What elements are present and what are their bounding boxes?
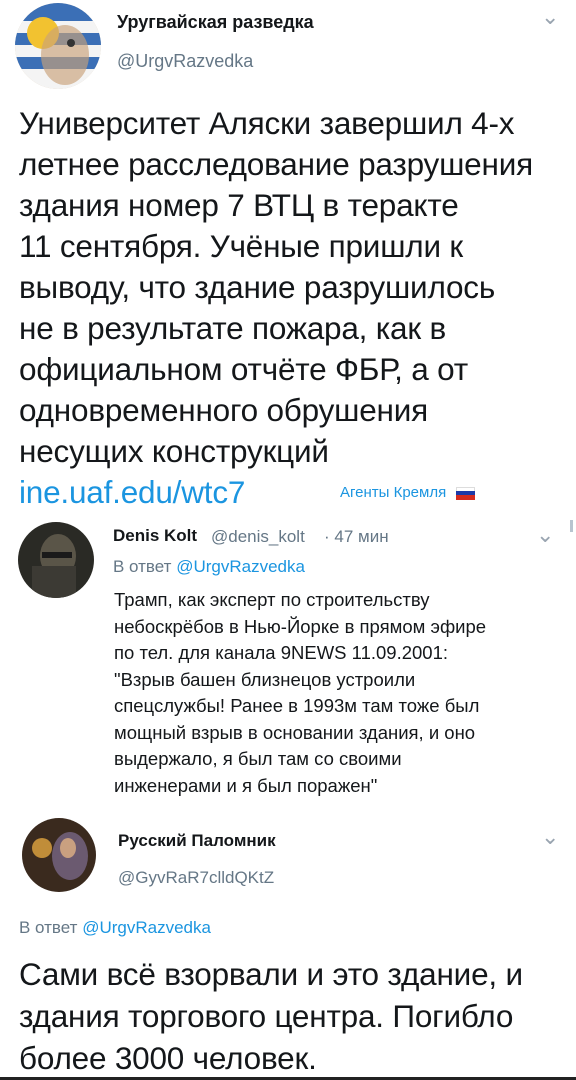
tweet-author-handle[interactable]: @UrgvRazvedka [117,51,253,72]
reply2-text: Сами всё взорвали и это здание, и здания… [19,956,523,1076]
chevron-down-icon[interactable]: ⌄ [536,524,554,546]
reply2-author-handle[interactable]: @GyvRaR7clldQKtZ [118,868,274,888]
tweet-link[interactable]: ine.uaf.edu/wtc7 [19,472,245,513]
tweet-author-name[interactable]: Уругвайская разведка [117,12,314,33]
reply1-author-name[interactable]: Denis Kolt [113,526,197,546]
reply-to-handle[interactable]: @UrgvRazvedka [176,557,305,576]
scrollbar-indicator[interactable] [570,520,573,532]
reply-to-handle[interactable]: @UrgvRazvedka [82,918,211,937]
russia-flag-icon [456,486,476,500]
chevron-down-icon[interactable]: ⌄ [541,6,559,28]
avatar-urgvrazvedka[interactable] [15,3,101,89]
tweet-text: Университет Аляски завершил 4-х летнее р… [19,105,533,469]
reply-prefix: В ответ [19,918,78,937]
avatar-denis-kolt[interactable] [18,522,94,598]
reply2-author-name[interactable]: Русский Паломник [118,831,276,851]
tweet-tag-label: Агенты Кремля [340,484,476,501]
reply1-author-handle[interactable]: @denis_kolt [211,527,305,547]
avatar-image [18,522,94,598]
reply1-reply-to: В ответ @UrgvRazvedka [113,557,305,577]
avatar-image [15,3,101,89]
chevron-down-icon[interactable]: ⌄ [541,826,559,848]
reply-prefix: В ответ [113,557,172,576]
avatar-russkiy-palomnik[interactable] [22,818,96,892]
reply1-text: Трамп, как эксперт по строительству небо… [114,589,487,796]
avatar-image [22,818,96,892]
reply2-reply-to: В ответ @UrgvRazvedka [19,918,211,938]
tag-text: Агенты Кремля [340,484,447,501]
reply1-time: · 47 мин [324,527,389,546]
